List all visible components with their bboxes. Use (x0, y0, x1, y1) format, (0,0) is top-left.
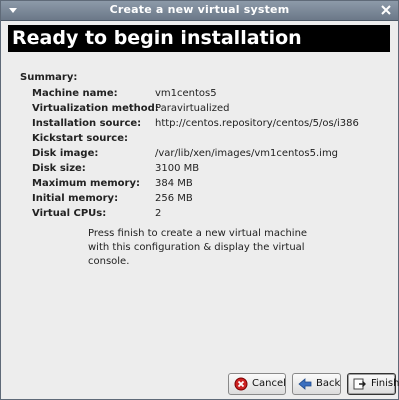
summary-row-key: Virtual CPUs: (32, 208, 107, 219)
close-icon[interactable] (378, 3, 394, 17)
dialog-window: Create a new virtual system Ready to beg… (0, 0, 399, 400)
summary-row-value: 384 MB (155, 178, 193, 189)
summary-row-key: Initial memory: (32, 193, 119, 204)
summary-row-value: 3100 MB (155, 163, 200, 174)
back-button[interactable]: Back (292, 373, 341, 395)
summary-row-value: 2 (155, 208, 162, 219)
summary-row-key: Kickstart source: (32, 133, 129, 144)
back-arrow-icon (298, 377, 312, 391)
summary-row-key: Disk image: (32, 148, 99, 159)
summary-row-key: Machine name: (32, 88, 118, 99)
finish-icon (353, 377, 367, 391)
finish-button[interactable]: Finish (347, 373, 399, 395)
title-bar[interactable]: Create a new virtual system (1, 1, 398, 21)
page-banner: Ready to begin installation (8, 25, 390, 52)
summary-heading: Summary: (20, 72, 78, 83)
summary-row-key: Installation source: (32, 118, 142, 129)
summary-row-value: /var/lib/xen/images/vm1centos5.img (155, 148, 339, 159)
cancel-button-label: Cancel (252, 378, 286, 389)
cancel-icon (234, 377, 248, 391)
instruction-text: Press finish to create a new virtual mac… (88, 228, 308, 267)
cancel-button[interactable]: Cancel (228, 373, 286, 395)
summary-row-key: Maximum memory: (32, 178, 140, 189)
page-title: Ready to begin installation (12, 27, 302, 49)
summary-row-value: Paravirtualized (155, 103, 230, 114)
back-button-label: Back (316, 378, 341, 389)
summary-row-value: http://centos.repository/centos/5/os/i38… (155, 118, 359, 129)
summary-row-key: Disk size: (32, 163, 86, 174)
summary-row-key: Virtualization method: (32, 103, 159, 114)
summary-row-value: vm1centos5 (155, 88, 217, 99)
finish-button-label: Finish (371, 378, 399, 389)
window-title: Create a new virtual system (109, 3, 290, 16)
summary-row-value: 256 MB (155, 193, 193, 204)
